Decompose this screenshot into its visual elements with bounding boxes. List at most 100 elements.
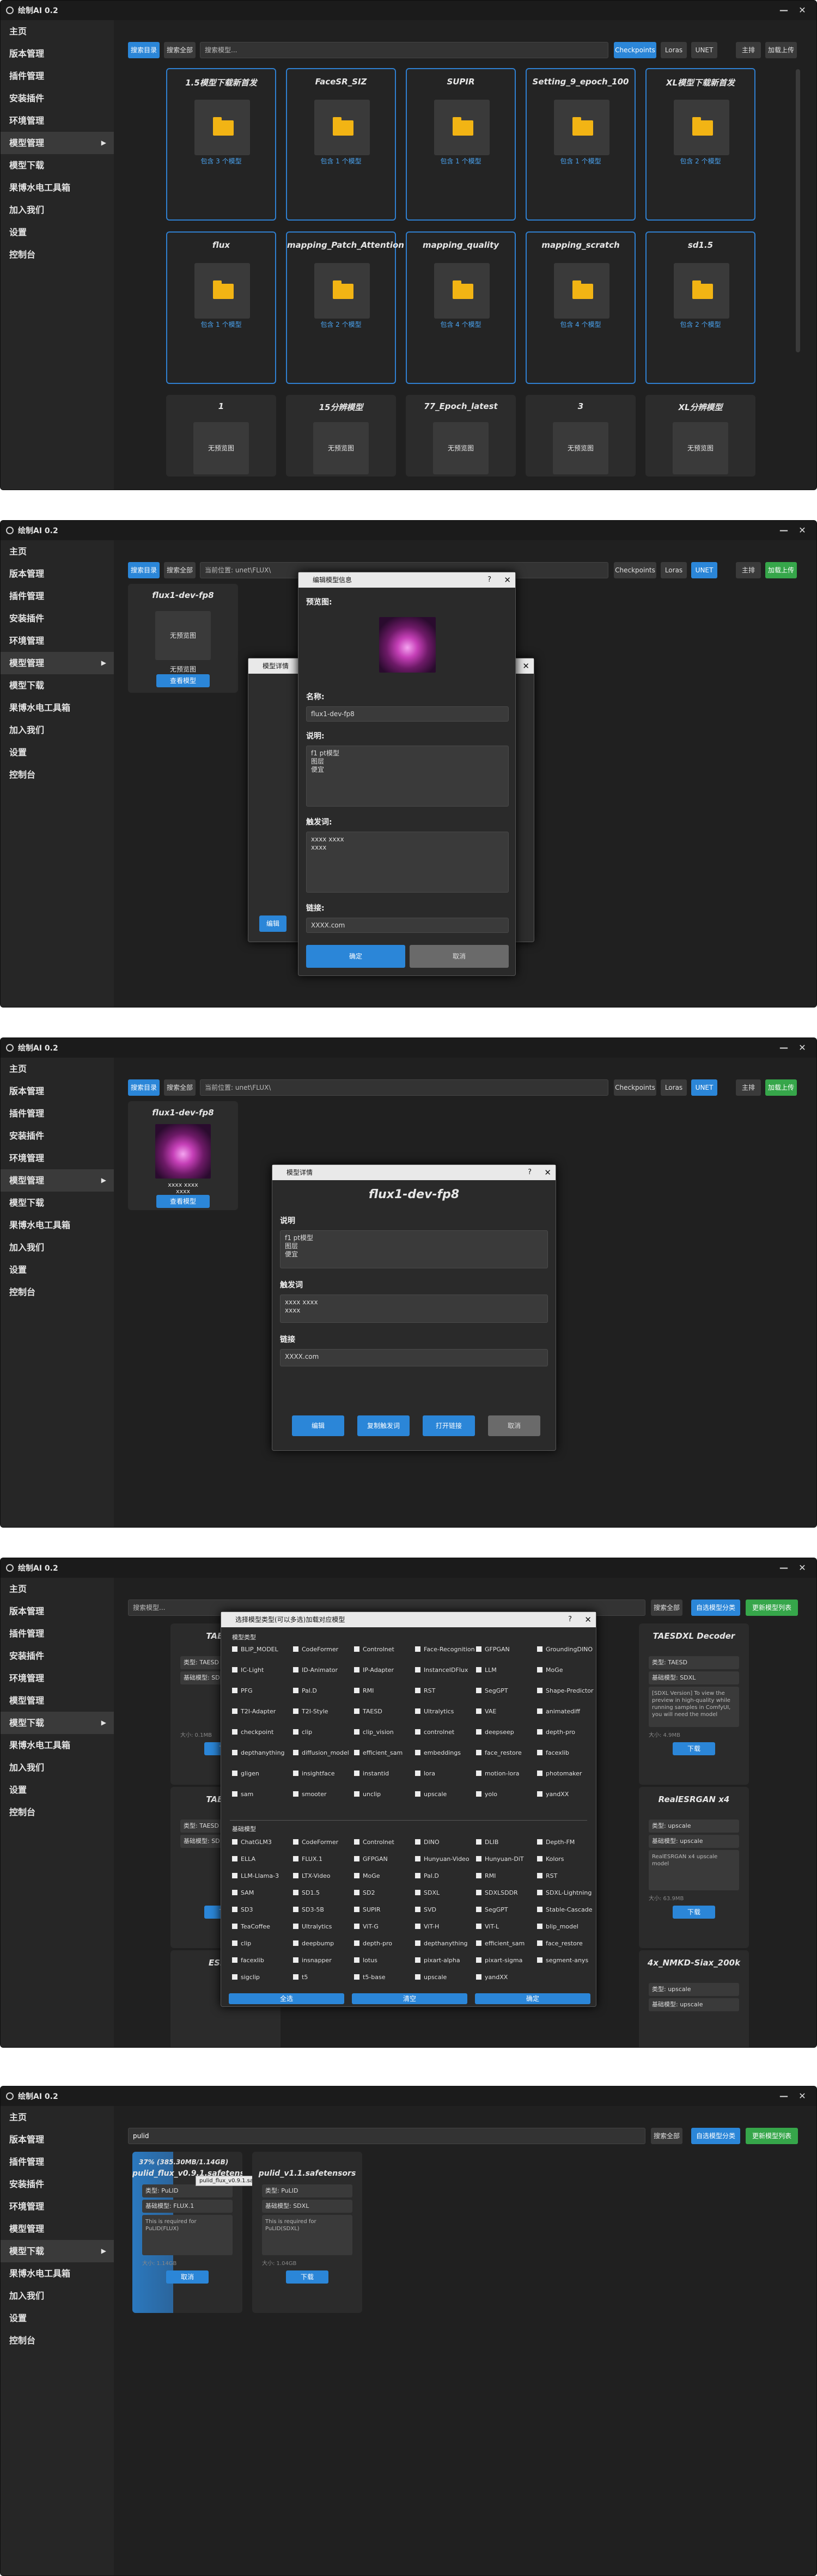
sidebar-item-plugins[interactable]: 插件管理 bbox=[1, 1622, 114, 1645]
close-icon[interactable]: ✕ bbox=[796, 524, 809, 537]
sidebar-item-plugins[interactable]: 插件管理 bbox=[1, 65, 114, 87]
sidebar-item-plugins[interactable]: 插件管理 bbox=[1, 1102, 114, 1125]
type-checkbox[interactable]: checkpoint bbox=[232, 1729, 273, 1736]
base-checkbox[interactable]: clip bbox=[232, 1940, 251, 1947]
base-checkbox[interactable]: depth-pro bbox=[354, 1940, 392, 1947]
sidebar-item-home[interactable]: 主页 bbox=[1, 2106, 114, 2128]
base-checkbox[interactable]: ViT-H bbox=[415, 1923, 439, 1930]
base-checkbox[interactable]: DINO bbox=[415, 1839, 440, 1846]
sidebar-item-toolbox[interactable]: 果博水电工具箱 bbox=[1, 1734, 114, 1756]
sidebar-item-download[interactable]: 模型下载 ▶ bbox=[1, 2240, 114, 2262]
type-checkbox[interactable]: ID-Animator bbox=[293, 1667, 338, 1674]
base-checkbox[interactable]: SDXL bbox=[415, 1889, 440, 1896]
base-checkbox[interactable]: Pal.D bbox=[415, 1872, 439, 1879]
folder-card[interactable]: FaceSR_SIZ 包含 1 个模型 bbox=[286, 68, 396, 221]
search-input[interactable]: pulid bbox=[128, 2128, 645, 2144]
category-button[interactable]: 自选模型分类 bbox=[691, 1600, 740, 1616]
folder-card[interactable]: mapping_Patch_Attention 包含 2 个模型 bbox=[286, 231, 404, 384]
open-link-button[interactable]: 打开链接 bbox=[423, 1415, 475, 1436]
base-checkbox[interactable]: DLIB bbox=[476, 1839, 498, 1846]
folder-card[interactable]: mapping_scratch 包含 4 个模型 bbox=[526, 231, 636, 384]
search-all-button[interactable]: 搜索全部 bbox=[651, 2128, 682, 2144]
upload-button[interactable]: 加载上传 bbox=[765, 1079, 797, 1096]
folder-card[interactable]: XL模型下载新首发 包含 2 个模型 bbox=[645, 68, 755, 221]
close-icon[interactable]: ✕ bbox=[796, 1041, 809, 1054]
folder-card[interactable]: Setting_9_epoch_100 包含 1 个模型 bbox=[526, 68, 636, 221]
name-field[interactable]: flux1-dev-fp8 bbox=[306, 706, 509, 722]
filter-loras[interactable]: Loras bbox=[661, 562, 687, 578]
type-checkbox[interactable]: animatediff bbox=[537, 1708, 580, 1715]
filter-unet[interactable]: UNET bbox=[691, 1079, 717, 1096]
sidebar-item-home[interactable]: 主页 bbox=[1, 20, 114, 42]
search-input[interactable]: 搜索模型... bbox=[200, 42, 608, 58]
type-checkbox[interactable]: sam bbox=[232, 1791, 253, 1798]
folder-card[interactable]: SUPIR 包含 1 个模型 bbox=[406, 68, 516, 221]
trigger-field[interactable]: xxxx xxxx xxxx bbox=[306, 832, 509, 893]
close-icon[interactable]: ✕ bbox=[796, 1561, 809, 1574]
base-checkbox[interactable]: efficient_sam bbox=[476, 1940, 525, 1947]
search-all-button[interactable]: 搜索全部 bbox=[651, 1600, 682, 1616]
type-checkbox[interactable]: upscale bbox=[415, 1791, 447, 1798]
base-checkbox[interactable]: segment-anys bbox=[537, 1957, 588, 1964]
minimize-icon[interactable]: — bbox=[777, 1041, 790, 1054]
sidebar-item-console[interactable]: 控制台 bbox=[1, 2329, 114, 2352]
close-icon[interactable]: ✕ bbox=[796, 2090, 809, 2103]
type-checkbox[interactable]: controlnet bbox=[415, 1729, 454, 1736]
close-icon[interactable]: ✕ bbox=[522, 658, 529, 674]
base-checkbox[interactable]: facexlib bbox=[232, 1957, 264, 1964]
base-checkbox[interactable]: ELLA bbox=[232, 1855, 255, 1863]
close-icon[interactable]: ✕ bbox=[584, 1612, 592, 1627]
sidebar-item-join[interactable]: 加入我们 bbox=[1, 1236, 114, 1259]
base-checkbox[interactable]: lotus bbox=[354, 1957, 377, 1964]
base-checkbox[interactable]: SD3 bbox=[232, 1906, 253, 1913]
type-checkbox[interactable]: photomaker bbox=[537, 1770, 582, 1777]
sidebar-item-settings[interactable]: 设置 bbox=[1, 741, 114, 764]
close-icon[interactable]: ✕ bbox=[544, 1165, 551, 1180]
base-checkbox[interactable]: SDXLSDDR bbox=[476, 1889, 518, 1896]
type-checkbox[interactable]: yandXX bbox=[537, 1791, 569, 1798]
search-dir-button[interactable]: 搜索目录 bbox=[128, 42, 160, 58]
download-button[interactable]: 下载 bbox=[286, 2270, 328, 2284]
filter-checkpoints[interactable]: Checkpoints bbox=[614, 42, 656, 58]
type-checkbox[interactable]: SegGPT bbox=[476, 1687, 508, 1694]
type-checkbox[interactable]: motion-lora bbox=[476, 1770, 520, 1777]
search-all-button[interactable]: 搜索全部 bbox=[164, 1079, 196, 1096]
base-checkbox[interactable]: Ultralytics bbox=[293, 1923, 332, 1930]
base-checkbox[interactable]: depthanything bbox=[415, 1940, 468, 1947]
model-card[interactable]: 3 无预览图 bbox=[526, 395, 636, 477]
model-card[interactable]: flux1-dev-fp8 无预览图 无预览图 查看模型 bbox=[128, 584, 238, 693]
sidebar-item-join[interactable]: 加入我们 bbox=[1, 2285, 114, 2307]
sidebar-item-settings[interactable]: 设置 bbox=[1, 1779, 114, 1801]
minimize-icon[interactable]: — bbox=[777, 2090, 790, 2103]
sidebar-item-toolbox[interactable]: 果博水电工具箱 bbox=[1, 1214, 114, 1236]
help-icon[interactable]: ? bbox=[528, 1165, 532, 1180]
base-checkbox[interactable]: SDXL-Lightning bbox=[537, 1889, 592, 1896]
url-field[interactable]: XXXX.com bbox=[306, 918, 509, 933]
sidebar-item-install[interactable]: 安装插件 bbox=[1, 87, 114, 109]
sidebar-item-install[interactable]: 安装插件 bbox=[1, 1125, 114, 1147]
type-checkbox[interactable]: smooter bbox=[293, 1791, 327, 1798]
sidebar-item-download[interactable]: 模型下载 bbox=[1, 1192, 114, 1214]
sidebar-item-models[interactable]: 模型管理 bbox=[1, 1689, 114, 1712]
base-checkbox[interactable]: SUPIR bbox=[354, 1906, 381, 1913]
base-checkbox[interactable]: SD1.5 bbox=[293, 1889, 320, 1896]
minimize-icon[interactable]: — bbox=[777, 524, 790, 537]
sidebar-item-version[interactable]: 版本管理 bbox=[1, 1080, 114, 1102]
filter-checkpoints[interactable]: Checkpoints bbox=[614, 1079, 656, 1096]
search-all-button[interactable]: 搜索全部 bbox=[164, 562, 196, 578]
view-model-button[interactable]: 查看模型 bbox=[156, 1195, 210, 1208]
sidebar-item-install[interactable]: 安装插件 bbox=[1, 2173, 114, 2195]
type-checkbox[interactable]: efficient_sam bbox=[354, 1749, 403, 1756]
base-checkbox[interactable]: blip_model bbox=[537, 1923, 578, 1930]
type-checkbox[interactable]: facexlib bbox=[537, 1749, 569, 1756]
model-card[interactable]: 15分辨模型 无预览图 bbox=[286, 395, 396, 477]
sidebar-item-install[interactable]: 安装插件 bbox=[1, 1645, 114, 1667]
type-checkbox[interactable]: T2I-Adapter bbox=[232, 1708, 276, 1715]
filter-checkpoints[interactable]: Checkpoints bbox=[614, 562, 656, 578]
sidebar-item-install[interactable]: 安装插件 bbox=[1, 607, 114, 630]
base-checkbox[interactable]: upscale bbox=[415, 1974, 447, 1981]
sidebar-item-download[interactable]: 模型下载 bbox=[1, 674, 114, 697]
folder-card[interactable]: mapping_quality 包含 4 个模型 bbox=[406, 231, 516, 384]
sidebar-item-env[interactable]: 环境管理 bbox=[1, 630, 114, 652]
cancel-button[interactable]: 取消 bbox=[410, 945, 509, 968]
